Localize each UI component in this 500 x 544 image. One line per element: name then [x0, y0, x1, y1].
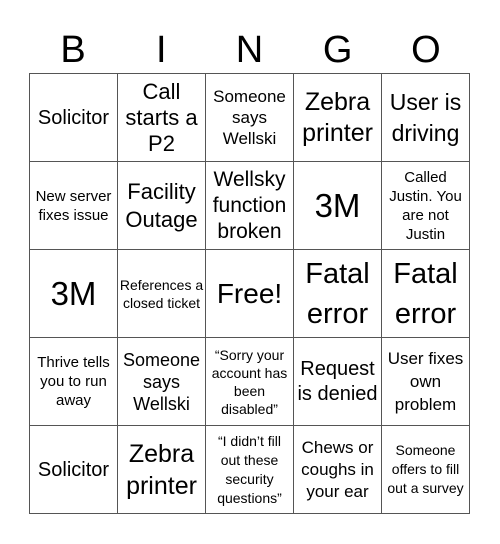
cell-text: Someone says Wellski	[213, 87, 286, 148]
bingo-cell[interactable]: Zebra printer	[294, 74, 382, 162]
cell-text: “Sorry your account has been disabled”	[211, 346, 288, 417]
bingo-cell[interactable]: Fatal error	[382, 250, 470, 338]
bingo-cell[interactable]: Someone says Wellski	[206, 74, 294, 162]
header-letter-g: G	[322, 29, 353, 71]
bingo-cell[interactable]: Solicitor	[30, 74, 118, 162]
bingo-cell[interactable]: Thrive tells you to run away	[30, 338, 118, 426]
cell-text: User fixes own problem	[387, 349, 464, 414]
cell-text: Zebra printer	[302, 87, 373, 147]
cell-text: Free!	[216, 278, 283, 309]
cell-text: 3M	[314, 186, 361, 224]
bingo-grid: Solicitor Call starts a P2 Someone says …	[29, 73, 470, 514]
bingo-cell[interactable]: Fatal error	[294, 250, 382, 338]
bingo-cell[interactable]: User is driving	[382, 74, 470, 162]
cell-text: Thrive tells you to run away	[37, 354, 110, 409]
cell-text: Wellsky function broken	[212, 167, 287, 243]
cell-text: 3M	[50, 274, 97, 312]
cell-text: New server fixes issue	[35, 187, 112, 224]
header-letter-o: O	[411, 29, 441, 71]
cell-text: Facility Outage	[125, 178, 198, 232]
cell-text: User is driving	[389, 88, 462, 146]
bingo-cell[interactable]: “I didn’t fill out these security questi…	[206, 426, 294, 514]
bingo-header: B I N G O	[29, 28, 470, 73]
cell-text: Call starts a P2	[125, 78, 198, 156]
bingo-cell[interactable]: Request is denied	[294, 338, 382, 426]
cell-text: Fatal error	[305, 257, 370, 330]
cell-text: Called Justin. You are not Justin	[389, 168, 462, 243]
bingo-cell[interactable]: Wellsky function broken	[206, 162, 294, 250]
bingo-cell[interactable]: User fixes own problem	[382, 338, 470, 426]
bingo-cell[interactable]: Facility Outage	[118, 162, 206, 250]
cell-text: Someone offers to fill out a survey	[387, 442, 464, 496]
cell-text: Solicitor	[37, 458, 110, 481]
cell-text: Fatal error	[393, 257, 458, 330]
cell-text: Chews or coughs in your ear	[301, 437, 374, 501]
bingo-cell[interactable]: 3M	[30, 250, 118, 338]
cell-text: Zebra printer	[126, 439, 197, 500]
bingo-cell[interactable]: New server fixes issue	[30, 162, 118, 250]
bingo-cell[interactable]: Called Justin. You are not Justin	[382, 162, 470, 250]
bingo-cell[interactable]: Chews or coughs in your ear	[294, 426, 382, 514]
bingo-cell[interactable]: 3M	[294, 162, 382, 250]
header-letter-b: B	[60, 29, 86, 71]
cell-text: “I didn’t fill out these security questi…	[217, 432, 282, 506]
bingo-cell[interactable]: Free!	[206, 250, 294, 338]
cell-text: Someone says Wellski	[122, 349, 201, 414]
bingo-cell[interactable]: Someone offers to fill out a survey	[382, 426, 470, 514]
bingo-cell[interactable]: Solicitor	[30, 426, 118, 514]
bingo-cell[interactable]: Call starts a P2	[118, 74, 206, 162]
bingo-cell[interactable]: “Sorry your account has been disabled”	[206, 338, 294, 426]
cell-text: References a closed ticket	[119, 276, 204, 311]
header-letter-i: I	[156, 29, 167, 71]
bingo-cell[interactable]: References a closed ticket	[118, 250, 206, 338]
bingo-cell[interactable]: Zebra printer	[118, 426, 206, 514]
cell-text: Request is denied	[297, 357, 378, 405]
cell-text: Solicitor	[37, 106, 110, 129]
bingo-cell[interactable]: Someone says Wellski	[118, 338, 206, 426]
header-letter-n: N	[235, 29, 264, 71]
